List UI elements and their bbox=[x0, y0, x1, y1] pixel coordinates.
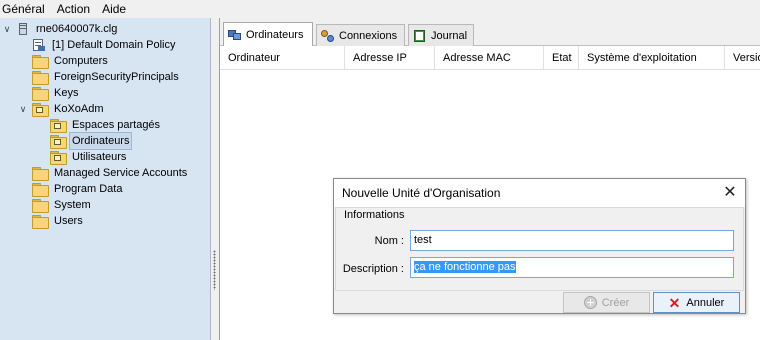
tree-item-users[interactable]: Users bbox=[18, 213, 85, 229]
dialog-title-bar[interactable]: Nouvelle Unité d'Organisation ✕ bbox=[334, 179, 745, 207]
folder-icon bbox=[32, 71, 49, 85]
description-value: ça ne fonctionne pas bbox=[414, 261, 516, 273]
menu-bar: Général Action Aide bbox=[0, 0, 760, 18]
menu-general[interactable]: Général bbox=[0, 0, 49, 18]
column-systeme-exploitation[interactable]: Système d'exploitation bbox=[579, 46, 725, 70]
computers-icon bbox=[228, 29, 242, 41]
pane-splitter[interactable] bbox=[211, 18, 219, 340]
tree-label: Keys bbox=[54, 87, 79, 99]
tree-label: [1] Default Domain Policy bbox=[52, 39, 176, 51]
tab-ordinateurs[interactable]: Ordinateurs bbox=[223, 22, 313, 47]
folder-icon bbox=[32, 87, 49, 101]
column-header: Ordinateur Adresse IP Adresse MAC Etat S… bbox=[220, 46, 760, 70]
tree-item-espaces-partages[interactable]: Espaces partagés bbox=[36, 117, 162, 133]
policy-icon bbox=[32, 38, 46, 52]
journal-icon bbox=[413, 29, 427, 42]
tree-label-root: rne0640007k.clg bbox=[36, 23, 118, 35]
create-button[interactable]: Créer bbox=[563, 292, 650, 313]
tree-item-keys[interactable]: Keys bbox=[18, 85, 80, 101]
ou-folder-icon bbox=[50, 135, 67, 149]
column-adresse-mac[interactable]: Adresse MAC bbox=[435, 46, 544, 70]
tree-item-foreign-security-principals[interactable]: ForeignSecurityPrincipals bbox=[18, 69, 181, 85]
group-label: Informations bbox=[344, 209, 407, 221]
tree-label: System bbox=[54, 199, 91, 211]
folder-icon bbox=[32, 55, 49, 69]
cancel-button[interactable]: ✕ Annuler bbox=[653, 292, 740, 313]
tab-connexions[interactable]: Connexions bbox=[316, 24, 405, 46]
tree-item-system[interactable]: System bbox=[18, 197, 93, 213]
cancel-button-label: Annuler bbox=[686, 296, 725, 309]
tree-label: Managed Service Accounts bbox=[54, 167, 188, 179]
chevron-down-icon[interactable]: ∨ bbox=[2, 21, 12, 37]
folder-icon bbox=[32, 167, 49, 181]
tree-item-root[interactable]: ∨ rne0640007k.clg bbox=[2, 21, 119, 37]
tree-item-managed-service-accounts[interactable]: Managed Service Accounts bbox=[18, 165, 189, 181]
tree-item-utilisateurs[interactable]: Utilisateurs bbox=[36, 149, 128, 165]
tree-label: Users bbox=[54, 215, 83, 227]
tab-label: Journal bbox=[431, 29, 468, 42]
ou-folder-icon bbox=[50, 151, 67, 165]
tree-label: Espaces partagés bbox=[72, 119, 161, 131]
tab-label: Ordinateurs bbox=[246, 29, 304, 41]
tree-label: KoXoAdm bbox=[54, 103, 104, 115]
column-version[interactable]: Version bbox=[725, 46, 760, 70]
column-ordinateur[interactable]: Ordinateur bbox=[220, 46, 345, 70]
name-label: Nom : bbox=[374, 235, 404, 247]
connections-icon bbox=[321, 29, 335, 42]
tree-item-ordinateurs[interactable]: Ordinateurs bbox=[36, 132, 133, 150]
tree-pane: ∨ rne0640007k.clg [1] Default Domain Pol… bbox=[0, 18, 211, 340]
tree-label: ForeignSecurityPrincipals bbox=[54, 71, 179, 83]
ou-folder-icon bbox=[50, 119, 67, 133]
create-button-label: Créer bbox=[601, 296, 630, 309]
menu-aide[interactable]: Aide bbox=[100, 0, 130, 18]
tree-item-program-data[interactable]: Program Data bbox=[18, 181, 124, 197]
tree-label: Computers bbox=[54, 55, 108, 67]
tab-strip: Ordinateurs Connexions Journal bbox=[220, 18, 760, 47]
tree-label: Utilisateurs bbox=[72, 151, 127, 163]
tree-item-koxoadm[interactable]: ∨ KoXoAdm bbox=[18, 101, 106, 117]
cancel-icon: ✕ bbox=[668, 294, 681, 311]
tree-item-computers[interactable]: Computers bbox=[18, 53, 110, 69]
column-etat[interactable]: Etat bbox=[544, 46, 579, 70]
close-icon[interactable]: ✕ bbox=[721, 184, 739, 202]
informations-group: Informations Nom : test Description : ça… bbox=[335, 207, 744, 291]
tree-label: Program Data bbox=[54, 183, 123, 195]
description-label: Description : bbox=[342, 263, 404, 275]
domain-icon bbox=[16, 22, 30, 36]
folder-icon bbox=[32, 215, 49, 229]
tab-journal[interactable]: Journal bbox=[408, 24, 474, 46]
column-adresse-ip[interactable]: Adresse IP bbox=[345, 46, 435, 70]
new-ou-dialog: Nouvelle Unité d'Organisation ✕ Informat… bbox=[333, 178, 746, 314]
folder-icon bbox=[32, 183, 49, 197]
dialog-title: Nouvelle Unité d'Organisation bbox=[342, 186, 501, 200]
chevron-down-icon[interactable]: ∨ bbox=[18, 101, 28, 117]
ou-folder-icon bbox=[32, 103, 49, 117]
name-field[interactable]: test bbox=[410, 230, 734, 251]
tab-label: Connexions bbox=[339, 29, 398, 42]
menu-action[interactable]: Action bbox=[55, 0, 94, 18]
tree-item-default-domain-policy[interactable]: [1] Default Domain Policy bbox=[18, 37, 178, 53]
folder-icon bbox=[32, 199, 49, 213]
plus-icon bbox=[583, 296, 597, 309]
description-field[interactable]: ça ne fonctionne pas bbox=[410, 257, 734, 278]
splitter-grip-icon[interactable] bbox=[213, 250, 216, 290]
tree-label-selected: Ordinateurs bbox=[68, 132, 133, 150]
